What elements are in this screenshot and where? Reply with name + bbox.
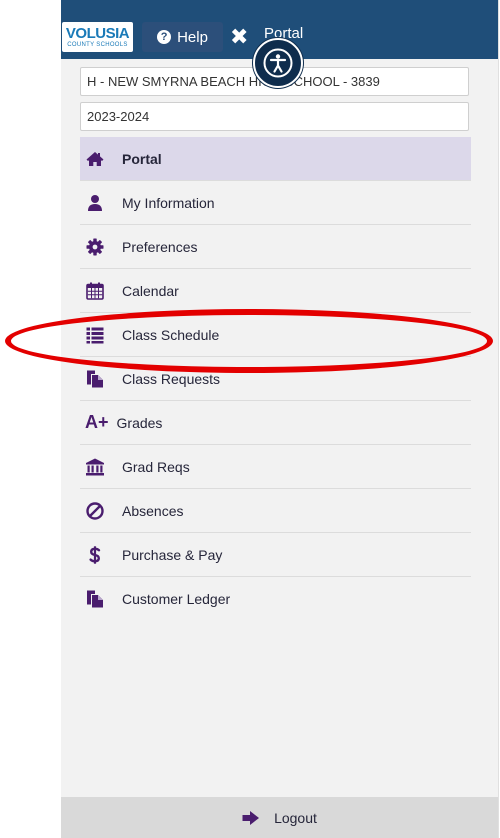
school-year-select[interactable]: 2023-2024 [80,102,469,131]
accessibility-button[interactable] [253,38,303,88]
menu-label-absences: Absences [122,502,184,519]
sign-out-icon [242,810,260,825]
menu-label-class-schedule: Class Schedule [122,326,220,343]
portal-menu: Portal My Information Preferences Calend… [80,137,471,621]
menu-item-portal[interactable]: Portal [80,137,471,181]
menu-label-portal: Portal [122,150,162,167]
institution-icon [85,457,105,477]
volusia-logo[interactable]: VOLUSIA COUNTY SCHOOLS [62,22,133,52]
logo-text: VOLUSIA [65,24,130,42]
help-button[interactable]: ? Help [142,22,223,52]
menu-label-purchase-pay: Purchase & Pay [122,546,223,563]
help-label: Help [177,28,208,46]
menu-label-preferences: Preferences [122,238,198,255]
list-icon [85,325,105,345]
dollar-icon [85,545,105,565]
menu-item-customer-ledger[interactable]: Customer Ledger [80,577,471,621]
menu-label-customer-ledger: Customer Ledger [122,591,231,607]
calendar-icon [85,281,105,301]
menu-item-class-schedule[interactable]: Class Schedule [80,313,471,357]
menu-label-my-information: My Information [122,194,215,211]
documents-icon [85,589,105,609]
menu-label-grades: Grades [116,414,163,431]
menu-label-class-requests: Class Requests [122,370,221,387]
menu-item-purchase-pay[interactable]: Purchase & Pay [80,533,471,577]
menu-item-absences[interactable]: Absences [80,489,471,533]
documents-icon [85,369,105,389]
menu-item-grad-reqs[interactable]: Grad Reqs [80,445,471,489]
logout-button[interactable]: Logout [61,797,498,838]
ban-icon [85,501,105,521]
menu-item-preferences[interactable]: Preferences [80,225,471,269]
user-icon [85,193,105,213]
home-icon [85,149,105,169]
question-circle-icon: ? [157,30,172,44]
menu-item-my-information[interactable]: My Information [80,181,471,225]
menu-label-calendar: Calendar [122,282,179,299]
menu-label-grad-reqs: Grad Reqs [122,458,190,475]
a-plus-icon: A+ [85,412,109,432]
menu-item-calendar[interactable]: Calendar [80,269,471,313]
logo-subtext: COUNTY SCHOOLS [67,41,128,48]
accessibility-icon [263,48,293,78]
close-icon[interactable]: ✖ [230,24,248,50]
menu-item-grades[interactable]: A+ Grades [80,401,471,445]
gear-icon [85,237,105,257]
logout-label: Logout [274,809,317,826]
menu-item-class-requests[interactable]: Class Requests [80,357,471,401]
